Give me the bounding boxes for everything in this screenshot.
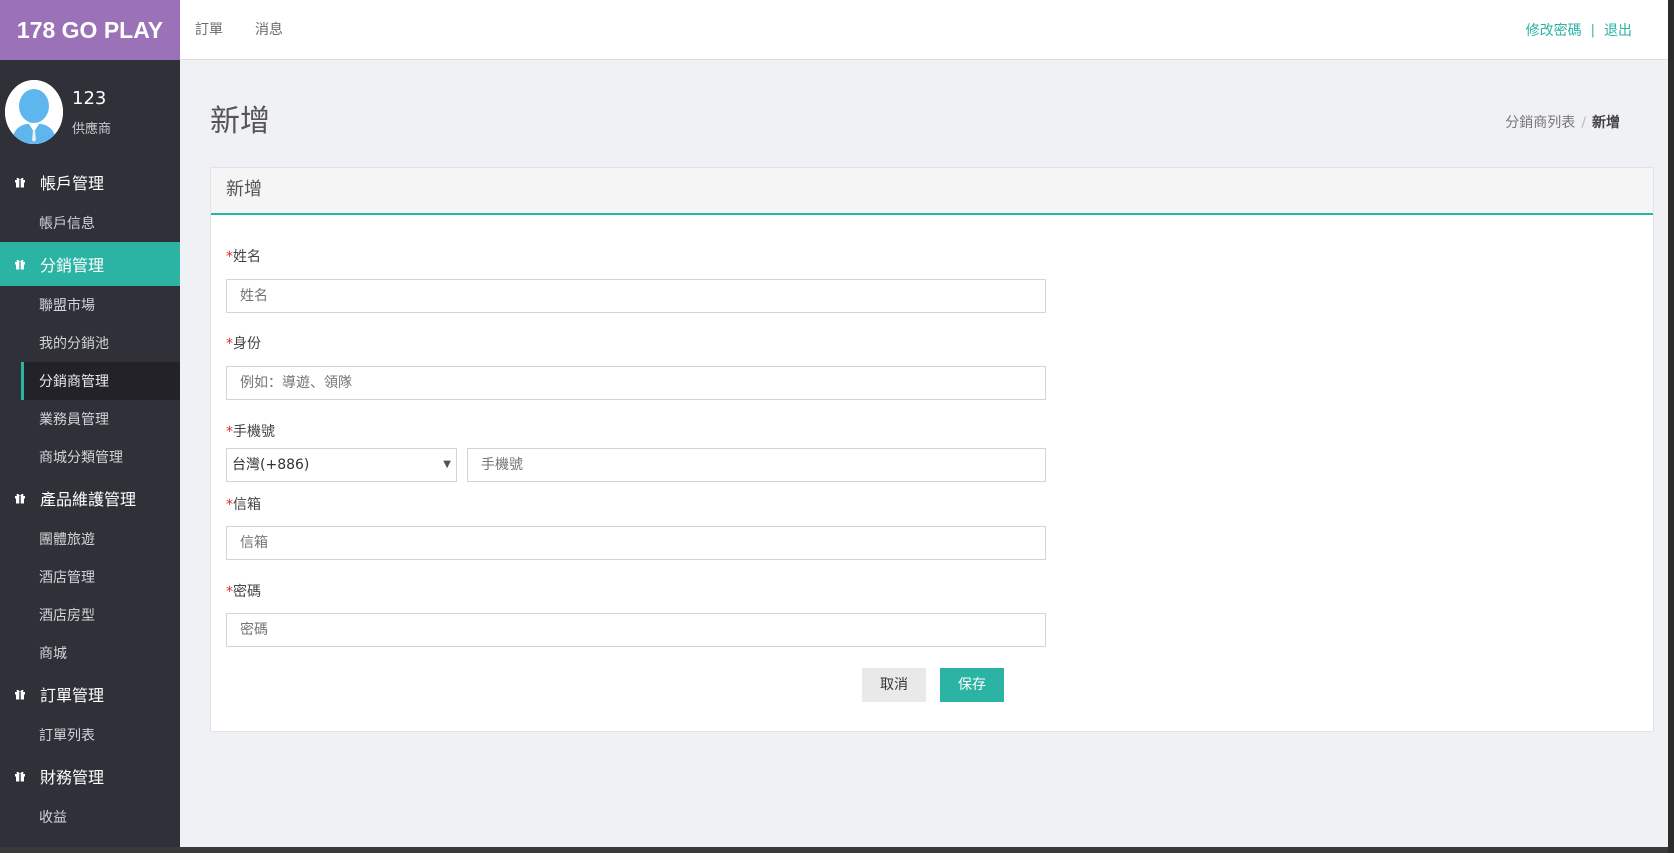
gift-icon <box>0 770 40 782</box>
sidebar-item-group-travel[interactable]: 團體旅遊 <box>0 520 180 558</box>
sidebar-group-products[interactable]: 產品維護管理 <box>0 476 180 520</box>
link-separator: | <box>1590 22 1595 38</box>
user-links: 修改密碼 | 退出 <box>1526 0 1632 60</box>
gift-icon <box>0 688 40 700</box>
top-bar: 178 GO PLAY 訂單 消息 修改密碼 | 退出 <box>0 0 1668 60</box>
save-button[interactable]: 保存 <box>940 668 1004 702</box>
phone-input[interactable] <box>467 448 1046 482</box>
sidebar-group-label: 帳戶管理 <box>40 174 105 193</box>
sidebar-group-orders[interactable]: 訂單管理 <box>0 672 180 716</box>
topnav-messages[interactable]: 消息 <box>255 0 283 60</box>
breadcrumb-separator: / <box>1581 115 1586 131</box>
required-mark: * <box>226 336 233 352</box>
sidebar-item-room-types[interactable]: 酒店房型 <box>0 596 180 634</box>
sidebar-group-account[interactable]: 帳戶管理 <box>0 160 180 204</box>
sidebar-item-account-info[interactable]: 帳戶信息 <box>0 204 180 242</box>
sidebar-item-alliance-market[interactable]: 聯盟市場 <box>0 286 180 324</box>
required-mark: * <box>226 249 233 265</box>
caret-down-icon: ▼ <box>443 459 451 470</box>
required-mark: * <box>226 497 233 513</box>
logout-link[interactable]: 退出 <box>1604 20 1632 40</box>
user-avatar-icon <box>5 80 63 144</box>
window-edge <box>1668 0 1674 853</box>
sidebar-item-mall-category[interactable]: 商城分類管理 <box>0 438 180 476</box>
sidebar-item-mall[interactable]: 商城 <box>0 634 180 672</box>
change-password-link[interactable]: 修改密碼 <box>1526 20 1582 40</box>
gift-icon <box>0 176 40 188</box>
breadcrumb-parent[interactable]: 分銷商列表 <box>1505 115 1575 131</box>
identity-input[interactable] <box>226 366 1046 400</box>
sidebar-group-finance[interactable]: 財務管理 <box>0 754 180 798</box>
password-label: *密碼 <box>226 584 261 600</box>
sidebar-group-label: 訂單管理 <box>40 686 105 705</box>
sidebar-group-label: 財務管理 <box>40 768 105 787</box>
required-mark: * <box>226 584 233 600</box>
identity-label: *身份 <box>226 336 261 352</box>
sidebar-item-revenue[interactable]: 收益 <box>0 798 180 836</box>
name-input[interactable] <box>226 279 1046 313</box>
gift-icon <box>0 492 40 504</box>
page-title: 新增 <box>210 104 270 139</box>
email-input[interactable] <box>226 526 1046 560</box>
breadcrumb-current: 新增 <box>1592 115 1620 131</box>
country-code-value: 台灣(+886) <box>232 457 310 473</box>
sidebar-item-hotel-management[interactable]: 酒店管理 <box>0 558 180 596</box>
profile-name: 123 <box>72 88 107 109</box>
panel-title: 新增 <box>211 168 1653 215</box>
cancel-button[interactable]: 取消 <box>862 668 926 702</box>
form-panel: 新增 *姓名 *身份 *手機號 台灣(+886) ▼ *信箱 *密碼 取消 保存 <box>210 167 1654 732</box>
breadcrumb: 分銷商列表 / 新增 <box>1505 112 1620 132</box>
sidebar: 123 供應商 帳戶管理 帳戶信息 分銷管理 聯盟市場 我的分銷池 分銷商管理 … <box>0 60 180 847</box>
sidebar-item-my-pool[interactable]: 我的分銷池 <box>0 324 180 362</box>
sidebar-group-label: 分銷管理 <box>40 256 105 275</box>
sidebar-item-order-list[interactable]: 訂單列表 <box>0 716 180 754</box>
password-input[interactable] <box>226 613 1046 647</box>
sidebar-item-distributor-management[interactable]: 分銷商管理 <box>21 362 180 400</box>
phone-label: *手機號 <box>226 424 275 440</box>
brand-logo[interactable]: 178 GO PLAY <box>0 0 180 60</box>
app-frame: 178 GO PLAY 訂單 消息 修改密碼 | 退出 123 供應商 帳戶管理… <box>0 0 1668 847</box>
required-mark: * <box>226 424 233 440</box>
sidebar-group-distribution[interactable]: 分銷管理 <box>0 242 180 286</box>
name-label: *姓名 <box>226 249 261 265</box>
email-label: *信箱 <box>226 497 261 513</box>
country-code-select[interactable]: 台灣(+886) ▼ <box>226 448 457 482</box>
gift-icon <box>0 258 40 270</box>
topnav-orders[interactable]: 訂單 <box>195 0 223 60</box>
user-profile: 123 供應商 <box>0 60 180 160</box>
sidebar-group-label: 產品維護管理 <box>40 490 137 509</box>
top-nav: 訂單 消息 <box>195 0 315 60</box>
avatar <box>5 80 63 144</box>
sidebar-item-salesperson-management[interactable]: 業務員管理 <box>0 400 180 438</box>
profile-role: 供應商 <box>72 122 112 137</box>
